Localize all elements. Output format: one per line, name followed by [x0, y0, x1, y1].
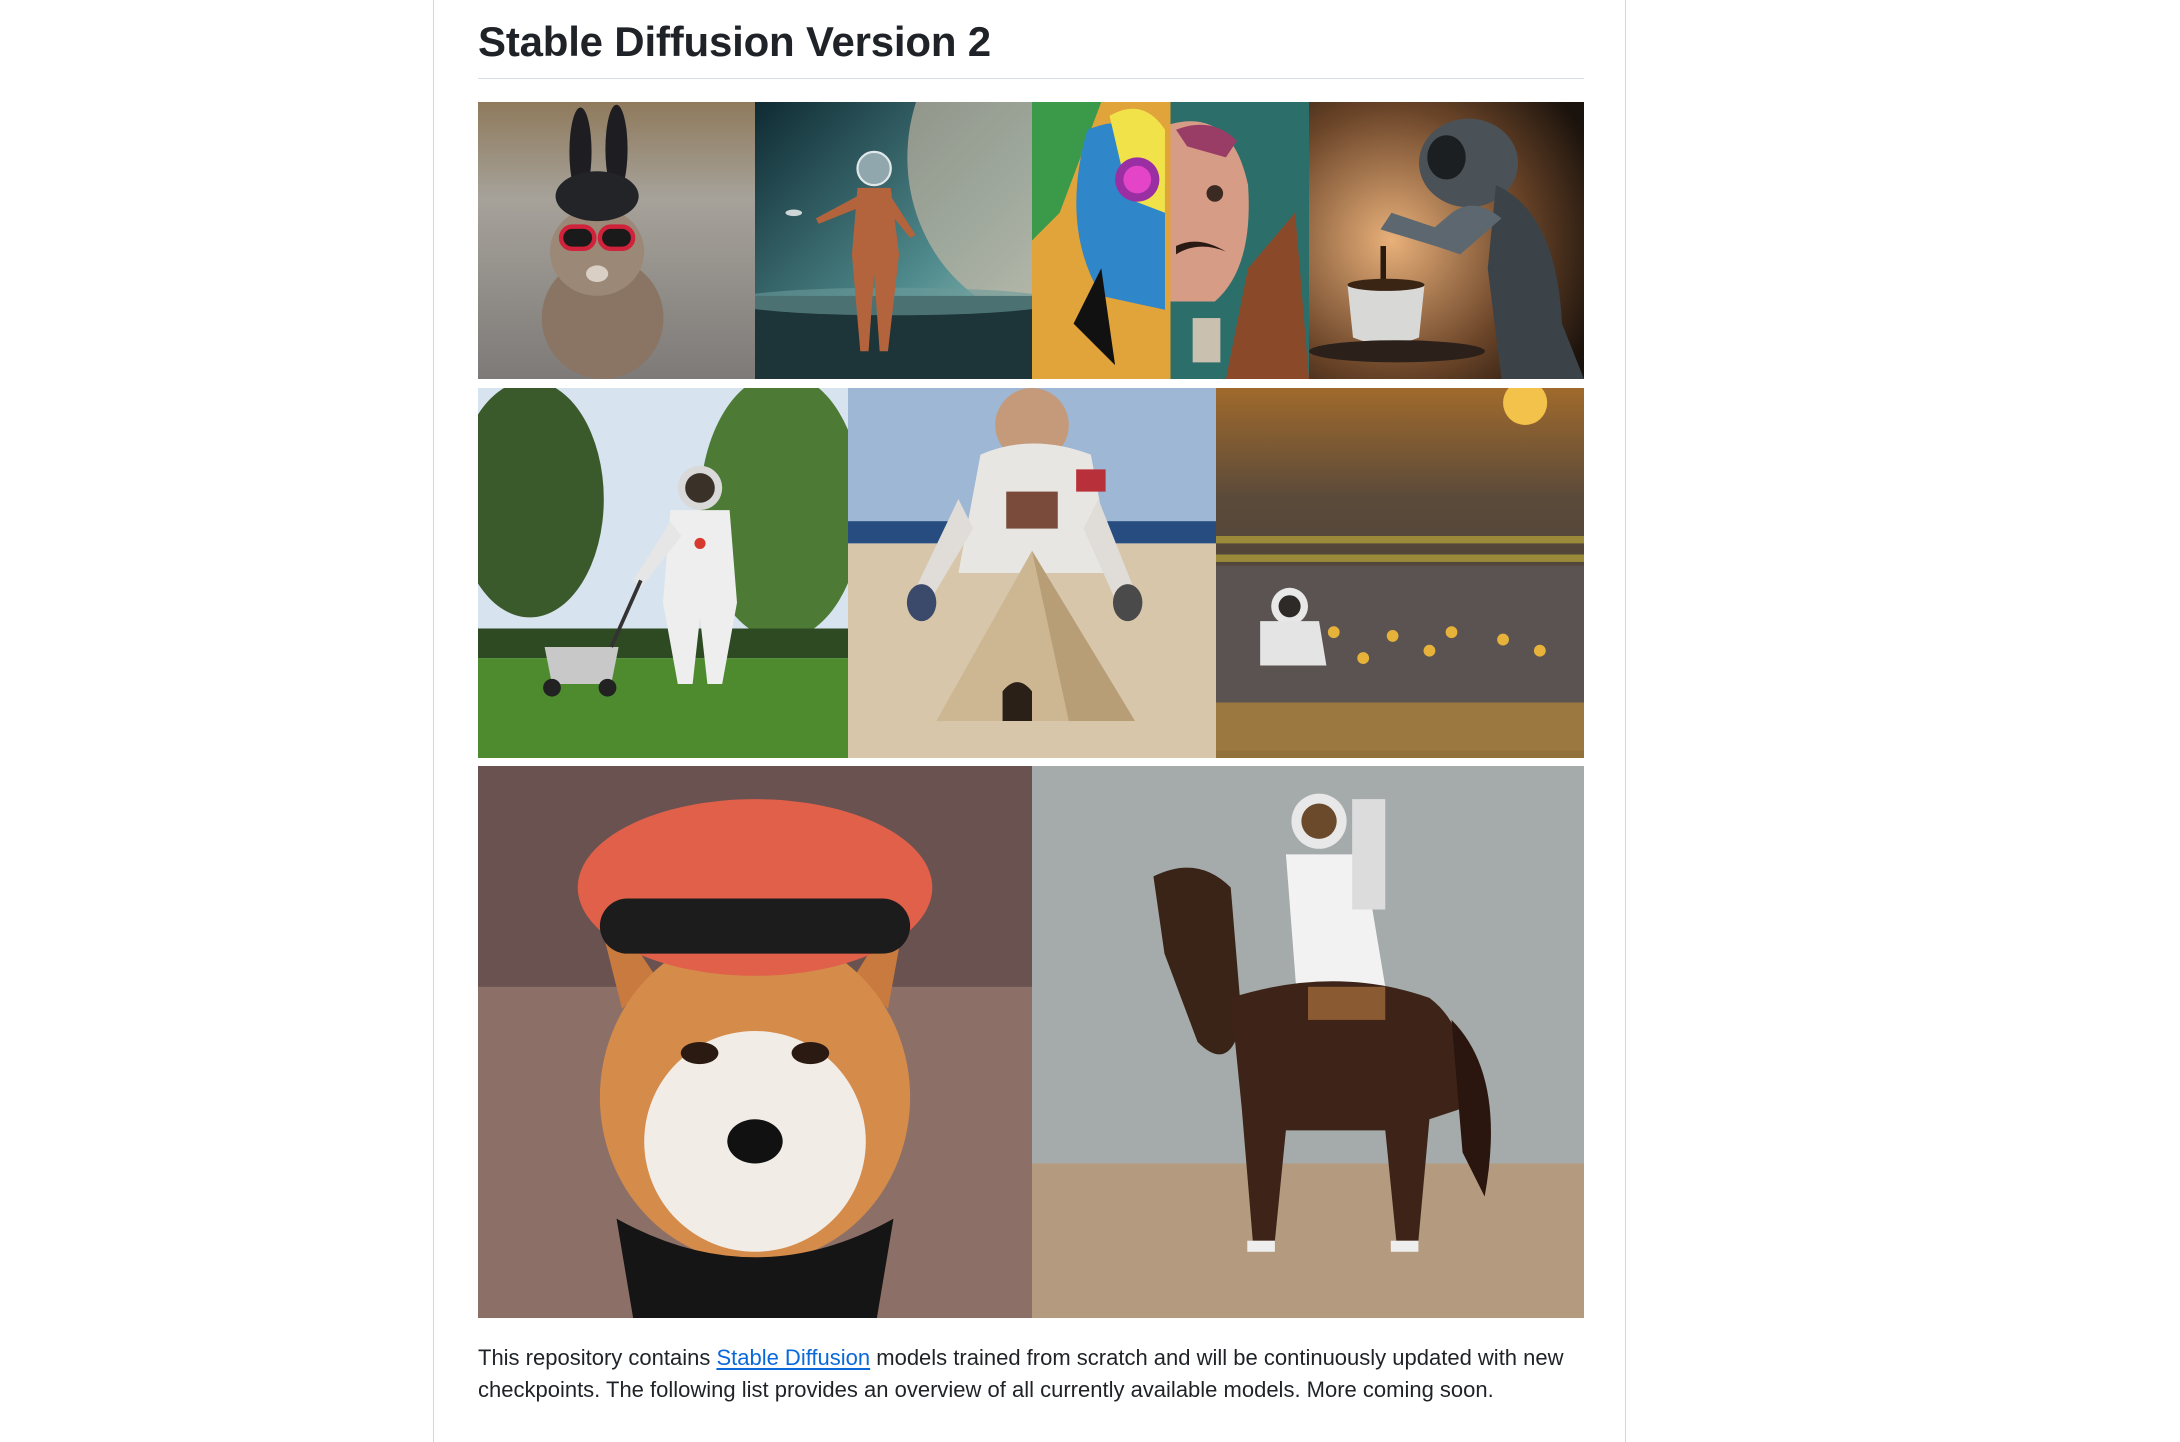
page-title: Stable Diffusion Version 2 — [478, 18, 991, 65]
image-surreal-portrait-painting[interactable] — [1032, 102, 1309, 379]
image-rabbit-with-sunglasses[interactable] — [478, 102, 755, 379]
image-astronaut-mowing-lawn[interactable] — [478, 388, 848, 758]
image-astronaut-on-alien-shore[interactable] — [755, 102, 1032, 379]
image-astronaut-riding-horse[interactable] — [1032, 766, 1584, 1318]
image-shiba-inu-with-red-beret[interactable] — [478, 766, 1032, 1318]
sample-image-gallery — [478, 102, 1584, 1318]
title-divider — [478, 78, 1584, 79]
readme-container: Stable Diffusion Version 2 This reposito… — [433, 0, 1626, 1442]
stable-diffusion-link[interactable]: Stable Diffusion — [716, 1345, 870, 1370]
image-astronaut-with-ducklings[interactable] — [1216, 388, 1584, 758]
description-text-start: This repository contains — [478, 1345, 717, 1370]
image-astronaut-building-sand-pyramid[interactable] — [848, 388, 1216, 758]
page: Stable Diffusion Version 2 This reposito… — [0, 0, 2180, 1442]
readme-article: Stable Diffusion Version 2 This reposito… — [478, 0, 1584, 1402]
image-robot-pouring-coffee[interactable] — [1309, 102, 1584, 379]
readme-description: This repository contains Stable Diffusio… — [478, 1342, 1584, 1406]
